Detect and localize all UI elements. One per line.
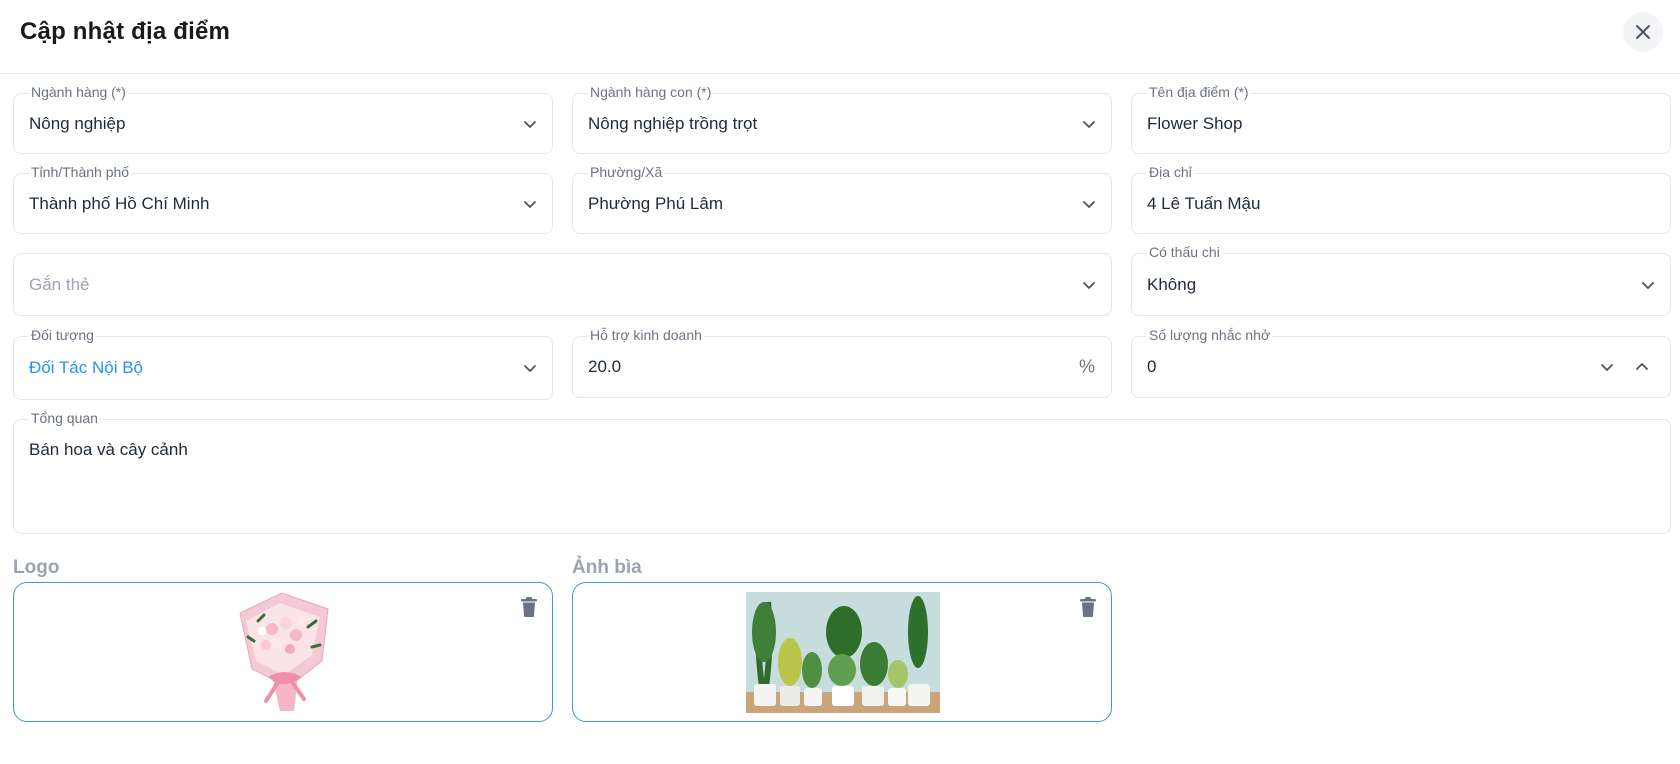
logo-label: Logo xyxy=(13,557,60,578)
chevron-down-icon xyxy=(1642,281,1654,289)
reminder-count-value: 0 xyxy=(1147,357,1157,376)
tags-select[interactable]: Gắn thẻ xyxy=(13,253,1112,316)
chevron-down-icon xyxy=(524,365,536,372)
industry-value: Nông nghiệp xyxy=(29,113,126,133)
dialog-header: Cập nhật địa điểm xyxy=(0,0,1680,74)
close-icon xyxy=(1636,25,1650,39)
chevron-down-icon xyxy=(524,200,536,208)
cover-upload[interactable] xyxy=(572,582,1112,722)
overview-label: Tổng quan xyxy=(29,409,100,427)
industry-label: Ngành hàng (*) xyxy=(29,83,128,101)
ward-value: Phường Phú Lâm xyxy=(588,193,723,213)
audience-select[interactable]: Đối tượng Đối Tác Nội Bộ xyxy=(13,326,553,400)
overview-textarea[interactable]: Tổng quan Bán hoa và cây cảnh xyxy=(13,409,1671,534)
location-name-value: Flower Shop xyxy=(1147,113,1243,133)
sub-industry-select[interactable]: Ngành hàng con (*) Nông nghiệp trồng trọ… xyxy=(572,83,1112,154)
ward-label: Phường/Xã xyxy=(588,163,665,181)
decrement-chevron-down-icon[interactable] xyxy=(1599,359,1615,375)
overview-value: Bán hoa và cây cảnh xyxy=(29,440,188,459)
business-support-label: Hỗ trợ kinh doanh xyxy=(588,326,704,344)
logo-upload[interactable] xyxy=(13,582,553,722)
close-button[interactable] xyxy=(1623,12,1663,52)
address-value: 4 Lê Tuấn Mậu xyxy=(1147,193,1261,213)
overdraft-select[interactable]: Có thấu chi Không xyxy=(1131,243,1671,316)
sub-industry-label: Ngành hàng con (*) xyxy=(588,83,714,101)
cover-label: Ảnh bìa xyxy=(572,557,642,578)
chevron-down-icon xyxy=(524,120,536,128)
reminder-count-stepper[interactable]: Số lượng nhắc nhở 0 xyxy=(1131,326,1671,398)
overdraft-label: Có thấu chi xyxy=(1147,243,1222,261)
business-support-value: 20.0 xyxy=(588,357,622,376)
potted-plants-image xyxy=(746,592,940,713)
chevron-down-icon xyxy=(1083,281,1095,289)
province-label: Tỉnh/Thành phố xyxy=(29,163,132,181)
reminder-count-label: Số lượng nhắc nhở xyxy=(1147,326,1273,344)
address-input[interactable]: Địa chỉ 4 Lê Tuấn Mậu xyxy=(1131,163,1671,234)
percent-suffix: % xyxy=(1078,356,1095,377)
location-name-label: Tên địa điểm (*) xyxy=(1147,83,1251,101)
chevron-down-icon xyxy=(1083,200,1095,208)
overdraft-value: Không xyxy=(1147,274,1197,294)
flower-bouquet-image xyxy=(239,592,329,711)
delete-logo-trash-icon[interactable] xyxy=(520,597,538,617)
increment-chevron-up-icon[interactable] xyxy=(1634,359,1650,375)
dialog-title: Cập nhật địa điểm xyxy=(20,18,231,45)
province-select[interactable]: Tỉnh/Thành phố Thành phố Hồ Chí Minh xyxy=(13,163,553,234)
tags-placeholder: Gắn thẻ xyxy=(29,274,90,294)
chevron-down-icon xyxy=(1083,120,1095,128)
province-value: Thành phố Hồ Chí Minh xyxy=(29,193,210,213)
audience-label: Đối tượng xyxy=(29,326,96,344)
location-name-input[interactable]: Tên địa điểm (*) Flower Shop xyxy=(1131,83,1671,154)
industry-select[interactable]: Ngành hàng (*) Nông nghiệp xyxy=(13,83,553,154)
business-support-input[interactable]: Hỗ trợ kinh doanh 20.0 % xyxy=(572,326,1112,398)
ward-select[interactable]: Phường/Xã Phường Phú Lâm xyxy=(572,163,1112,234)
audience-value: Đối Tác Nội Bộ xyxy=(29,358,144,377)
address-label: Địa chỉ xyxy=(1147,163,1194,181)
delete-cover-trash-icon[interactable] xyxy=(1079,597,1097,617)
sub-industry-value: Nông nghiệp trồng trọt xyxy=(588,113,758,133)
